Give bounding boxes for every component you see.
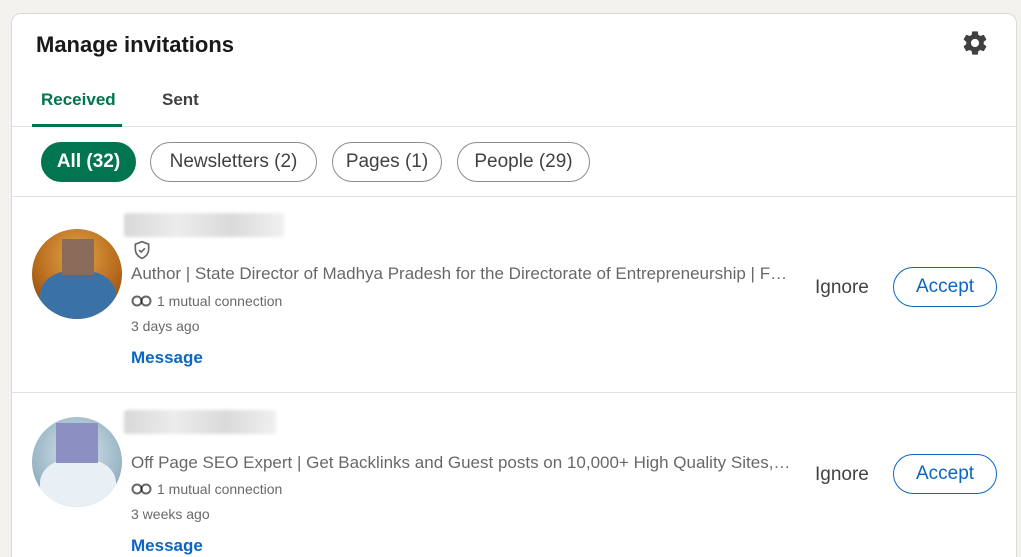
avatar-face xyxy=(56,423,98,463)
gear-icon[interactable] xyxy=(961,29,989,57)
avatar-body xyxy=(40,271,116,319)
mutual-connection-icon xyxy=(131,295,152,307)
message-button[interactable]: Message xyxy=(131,348,203,368)
filter-people[interactable]: People (29) xyxy=(457,142,590,182)
time-ago: 3 days ago xyxy=(131,318,200,334)
headline: Author | State Director of Madhya Prades… xyxy=(131,264,791,283)
filter-pages[interactable]: Pages (1) xyxy=(332,142,442,182)
tab-sent[interactable]: Sent xyxy=(162,90,199,110)
avatar[interactable] xyxy=(32,417,122,507)
blurred-name[interactable] xyxy=(124,213,284,237)
mutual-connections-text: 1 mutual connection xyxy=(157,481,283,497)
invitation-item: Off Page SEO Expert | Get Backlinks and … xyxy=(12,394,1016,557)
mutual-connection-icon xyxy=(131,483,152,495)
time-ago: 3 weeks ago xyxy=(131,506,210,522)
card-header: Manage invitations xyxy=(12,14,1016,78)
accept-button[interactable]: Accept xyxy=(893,454,997,494)
tab-received[interactable]: Received xyxy=(41,90,116,110)
verified-shield-icon xyxy=(134,240,150,260)
ignore-button[interactable]: Ignore xyxy=(815,464,869,486)
page-title: Manage invitations xyxy=(36,32,235,57)
ignore-button[interactable]: Ignore xyxy=(815,277,869,299)
message-button[interactable]: Message xyxy=(131,536,203,556)
headline: Off Page SEO Expert | Get Backlinks and … xyxy=(131,453,791,472)
invitation-item: Author | State Director of Madhya Prades… xyxy=(12,198,1016,393)
mutual-connections[interactable]: 1 mutual connection xyxy=(131,293,282,309)
filter-all[interactable]: All (32) xyxy=(41,142,136,182)
avatar-face xyxy=(62,239,94,275)
avatar-body xyxy=(40,459,116,507)
filter-newsletters[interactable]: Newsletters (2) xyxy=(150,142,317,182)
avatar[interactable] xyxy=(32,229,122,319)
tab-bar: Received Sent xyxy=(12,78,1016,127)
mutual-connections[interactable]: 1 mutual connection xyxy=(131,481,282,497)
invitations-card: Manage invitations Received Sent All (32… xyxy=(11,13,1017,557)
accept-button[interactable]: Accept xyxy=(893,267,997,307)
filter-pills: All (32) Newsletters (2) Pages (1) Peopl… xyxy=(12,127,1016,197)
mutual-connections-text: 1 mutual connection xyxy=(157,293,283,309)
blurred-name[interactable] xyxy=(124,410,276,434)
